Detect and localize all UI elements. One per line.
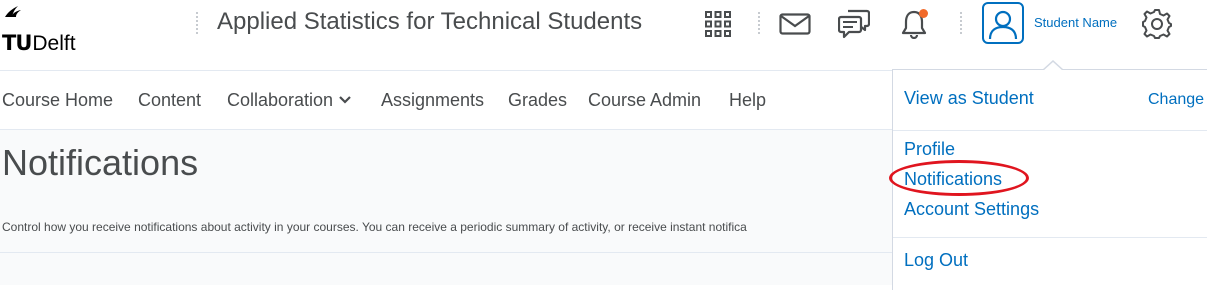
tudelft-logo[interactable]: TU Delft [0, 0, 100, 54]
course-selector-button[interactable] [701, 8, 735, 40]
course-title[interactable]: Applied Statistics for Technical Student… [217, 8, 642, 36]
nav-assignments[interactable]: Assignments [381, 90, 484, 111]
page-description: Control how you receive notifications ab… [2, 220, 747, 234]
nav-course-home[interactable]: Course Home [2, 90, 113, 111]
waffle-icon [705, 11, 731, 37]
user-name[interactable]: Student Name [1034, 15, 1117, 30]
dropdown-pointer-inner [1043, 62, 1063, 71]
nav-collaboration-label: Collaboration [227, 90, 334, 110]
subscription-alerts-button[interactable] [837, 8, 871, 40]
annotation-highlight-ellipse [889, 160, 1029, 196]
avatar[interactable] [982, 2, 1024, 44]
page-title: Notifications [2, 142, 199, 183]
top-bar: TU Delft Applied Statistics for Technica… [0, 0, 1207, 71]
nav-grades[interactable]: Grades [508, 90, 567, 111]
menu-divider [893, 130, 1207, 131]
nav-collaboration[interactable]: Collaboration [227, 90, 351, 111]
separator [196, 12, 198, 34]
account-settings-link[interactable]: Account Settings [904, 199, 1039, 220]
chat-icon [838, 9, 870, 39]
nav-content[interactable]: Content [138, 90, 201, 111]
gear-icon [1142, 9, 1172, 39]
logo-delft-text: Delft [32, 32, 76, 55]
update-alerts-button[interactable] [897, 8, 931, 40]
flame-icon [5, 6, 21, 17]
menu-divider [893, 237, 1207, 238]
divider [0, 252, 893, 253]
logo-tu-text: TU [2, 31, 32, 55]
separator [758, 12, 760, 34]
settings-button[interactable] [1140, 8, 1174, 40]
mail-icon [779, 13, 811, 35]
notification-dot [919, 9, 928, 18]
chevron-down-icon [339, 96, 351, 104]
logout-link[interactable]: Log Out [904, 250, 968, 271]
user-avatar-icon [988, 10, 1018, 40]
nav-help[interactable]: Help [729, 90, 766, 111]
view-as-student-link[interactable]: View as Student [904, 88, 1034, 109]
profile-link[interactable]: Profile [904, 139, 955, 160]
separator [960, 12, 962, 34]
message-alerts-button[interactable] [778, 8, 812, 40]
nav-course-admin[interactable]: Course Admin [588, 90, 701, 111]
change-role-link[interactable]: Change [1148, 91, 1204, 109]
